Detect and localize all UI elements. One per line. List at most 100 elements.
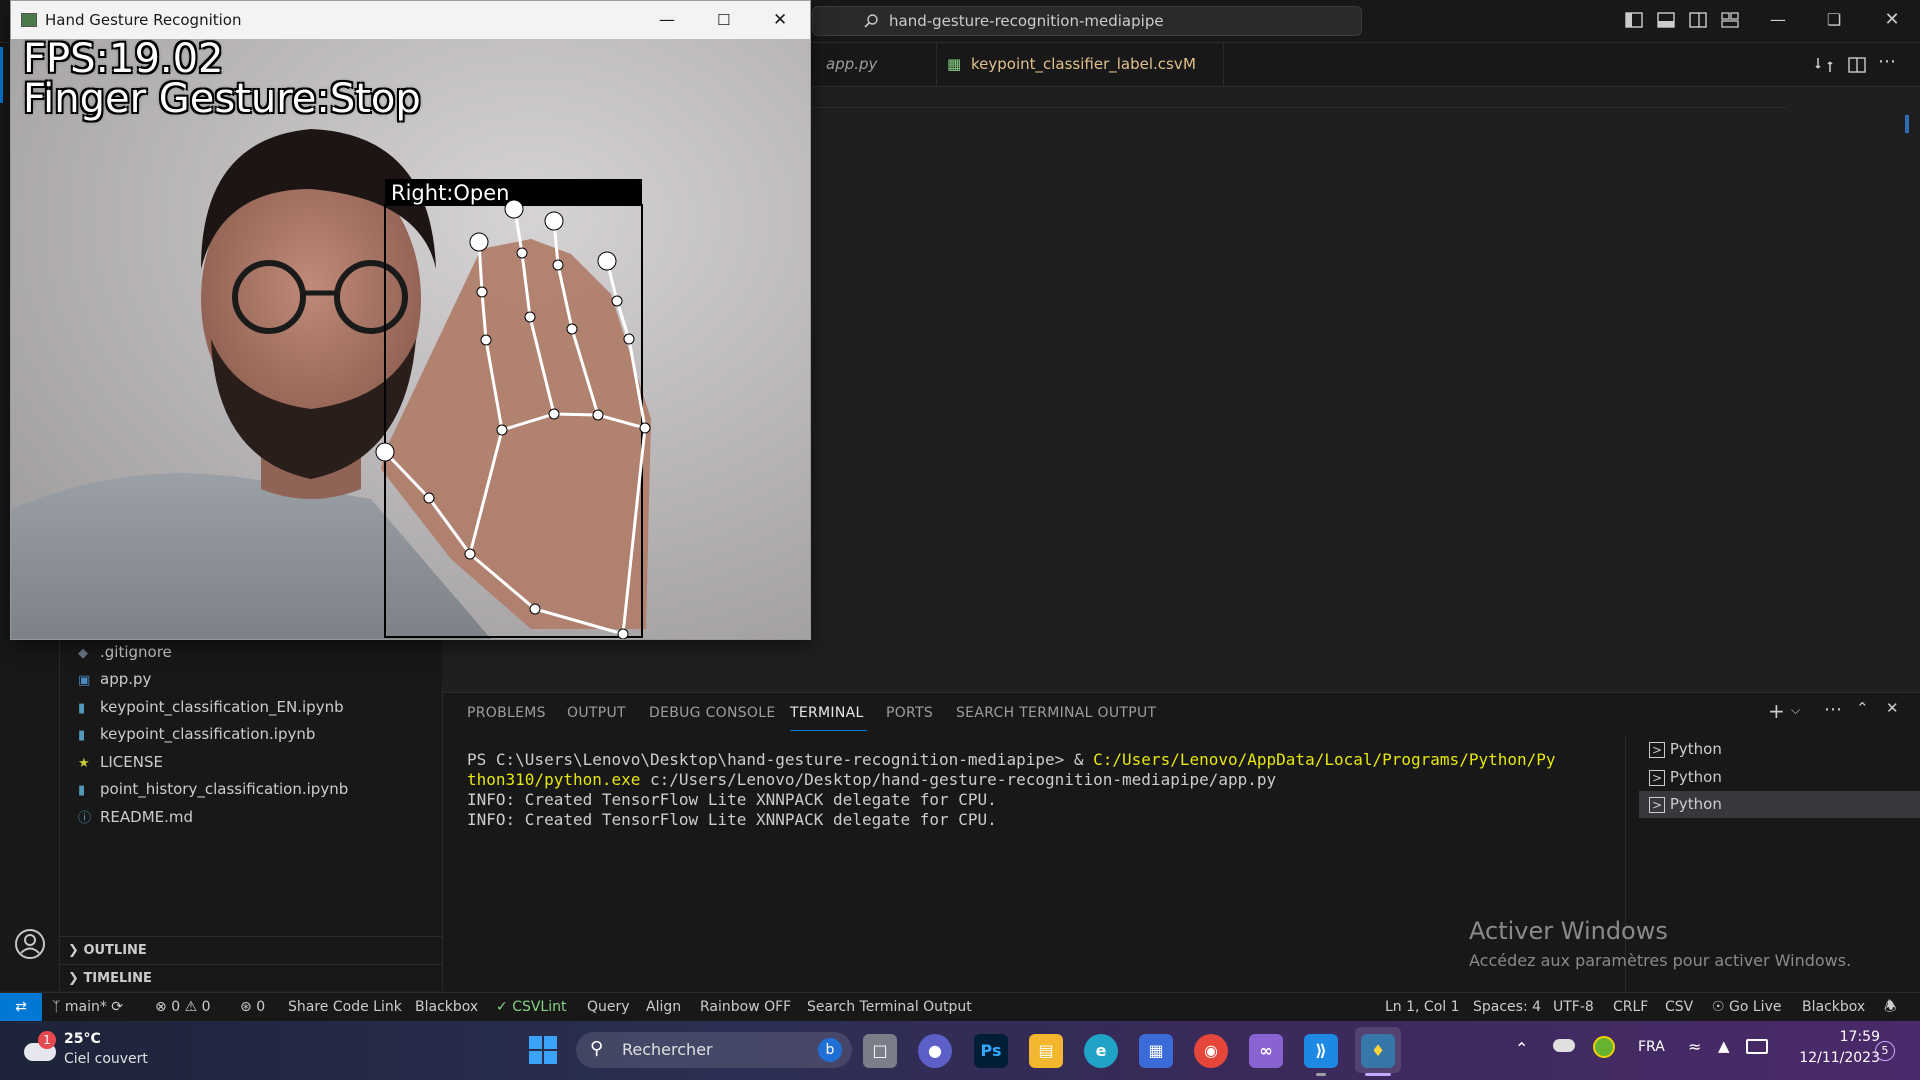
terminal-args: c:/Users/Lenovo/Desktop/hand-gesture-rec… [640,770,1277,789]
chevron-up-icon[interactable]: ⌃ [1515,1039,1528,1058]
align-status[interactable]: Align [646,993,681,1021]
terminal-list-item-active[interactable]: > Python [1639,791,1920,818]
vscode-icon[interactable]: ⟫ [1304,1034,1338,1068]
file-explorer-icon[interactable]: ▤ [1029,1034,1063,1068]
blackbox-status-right[interactable]: Blackbox [1802,993,1865,1021]
open-changes-icon[interactable] [1814,55,1834,75]
scrollbar-slider[interactable] [1905,115,1909,133]
new-terminal-plus-icon[interactable]: + [1768,699,1785,723]
vscode-minimize-button[interactable]: — [1766,8,1790,32]
vscode-restore-button[interactable]: ❏ [1822,8,1846,32]
customize-layout-icon[interactable] [1720,10,1740,30]
maximize-panel-icon[interactable]: ⌃ [1856,699,1869,717]
photoshop-icon[interactable]: Ps [974,1034,1008,1068]
rainbow-status[interactable]: Rainbow OFF [700,993,791,1021]
language-mode[interactable]: CSV [1665,993,1693,1021]
start-button[interactable] [528,1035,558,1065]
eol-status[interactable]: CRLF [1613,993,1648,1021]
query-status[interactable]: Query [587,993,630,1021]
tab-output[interactable]: OUTPUT [567,705,626,721]
terminal-list-label: Python [1669,740,1722,758]
task-view-icon[interactable]: □ [863,1034,897,1068]
search-terminal-status[interactable]: Search Terminal Output [807,993,972,1021]
vscode-close-button[interactable]: ✕ [1880,8,1904,32]
tab-keypoint-classifier-label-csv[interactable]: ▦ keypoint_classifier_label.csv M [937,43,1224,86]
app-window-icon [21,13,37,27]
csvlint-status[interactable]: ✓ CSVLint [496,993,566,1021]
edge-browser-icon[interactable]: e [1084,1034,1118,1068]
explorer-file-app-py[interactable]: ▣ app.py [78,666,151,693]
blackbox-status-left[interactable]: Blackbox [415,993,478,1021]
tab-debug-console[interactable]: DEBUG CONSOLE [649,705,776,721]
toggle-panel-icon[interactable] [1656,10,1676,30]
terminal-list-item[interactable]: > Python [1639,764,1920,791]
tab-label: app.py [826,55,878,73]
gitignore-icon: ◆ [78,646,88,661]
cv-window-title: Hand Gesture Recognition [45,11,242,29]
cv-close-button[interactable]: ✕ [773,1,787,39]
tab-ports[interactable]: PORTS [886,705,933,721]
remote-indicator-icon[interactable]: ⇄ [0,993,42,1021]
explorer-file-readme[interactable]: ⓘ README.md [78,804,193,831]
terminal-line-3: INFO: Created TensorFlow Lite XNNPACK de… [467,790,997,809]
tray-app-icon[interactable] [1593,1036,1615,1058]
terminal-list-item[interactable]: > Python [1639,736,1920,763]
hand-gesture-window[interactable]: Hand Gesture Recognition — ☐ ✕ Right:Ope… [10,0,811,640]
webcam-frame: Right:Open FPS:19.02 Finger Gesture:Stop [11,39,810,639]
search-text: hand-gesture-recognition-mediapipe [889,12,1164,30]
explorer-file-point-history[interactable]: ▮ point_history_classification.ipynb [78,776,348,803]
encoding-status[interactable]: UTF-8 [1553,993,1594,1021]
git-branch[interactable]: ᛉ main* ⟳ [52,993,123,1021]
cv-window-titlebar[interactable]: Hand Gesture Recognition — ☐ ✕ [11,1,810,39]
cv-maximize-button[interactable]: ☐ [717,1,730,39]
indentation-status[interactable]: Spaces: 4 [1473,993,1541,1021]
outline-section-header[interactable]: ❯ OUTLINE [60,936,442,964]
explorer-file-keypoint-classification[interactable]: ▮ keypoint_classification.ipynb [78,721,315,748]
input-language[interactable]: FRA [1638,1039,1665,1055]
more-actions-icon[interactable]: ⋯ [1824,699,1842,720]
teams-chat-icon[interactable]: ● [918,1034,952,1068]
go-live-button[interactable]: ☉ Go Live [1712,993,1781,1021]
explorer-file-license[interactable]: ★ LICENSE [78,749,163,776]
sync-icon: ⟳ [111,999,124,1015]
notebook-icon: ▮ [78,783,86,798]
toggle-secondary-sidebar-icon[interactable] [1688,10,1708,30]
tab-terminal[interactable]: TERMINAL [790,705,864,721]
more-actions-icon[interactable]: ⋯ [1878,51,1896,72]
chrome-browser-icon[interactable]: ◉ [1194,1034,1228,1068]
clock-time[interactable]: 17:59 [1790,1029,1880,1045]
ports-status[interactable]: ⊛ 0 [240,993,265,1021]
explorer-file-gitignore[interactable]: ◆ .gitignore [78,639,172,666]
warnings-count: 0 [201,999,211,1015]
explorer-file-keypoint-classification-en[interactable]: ▮ keypoint_classification_EN.ipynb [78,694,344,721]
timeline-section-header[interactable]: ❯ TIMELINE [60,964,442,992]
microsoft-store-icon[interactable]: ▦ [1139,1034,1173,1068]
share-code-link[interactable]: Share Code Link [288,993,402,1021]
tab-search-terminal-output[interactable]: SEARCH TERMINAL OUTPUT [956,705,1156,721]
battery-icon[interactable] [1746,1039,1768,1054]
terminal-icon: > [1649,770,1666,786]
notifications-bell-icon[interactable]: 🕭 [1884,993,1897,1021]
chevron-right-icon: ❯ [68,971,79,986]
problems-status[interactable]: ⊗ 0 ⚠ 0 [155,993,211,1021]
chevron-right-icon: ❯ [68,943,79,958]
volume-icon[interactable]: ▲ [1718,1037,1730,1055]
chevron-down-icon[interactable]: ⌵ [1791,703,1800,718]
weather-widget[interactable]: 1 25°C Ciel couvert [20,1031,160,1071]
notification-count-badge[interactable]: 5 [1875,1041,1895,1061]
modified-badge: M [1183,55,1196,73]
accounts-icon[interactable] [14,928,46,960]
toggle-primary-sidebar-icon[interactable] [1624,10,1644,30]
clock-date[interactable]: 12/11/2023 [1790,1050,1880,1066]
onedrive-cloud-icon[interactable] [1553,1039,1575,1052]
command-center-search[interactable]: hand-gesture-recognition-mediapipe [812,6,1362,36]
taskbar-search[interactable]: ⚲ Rechercher b [576,1032,852,1068]
tab-problems[interactable]: PROBLEMS [467,705,546,721]
python-app-icon[interactable]: ♦ [1361,1034,1395,1068]
visual-studio-icon[interactable]: ∞ [1249,1034,1283,1068]
wifi-icon[interactable]: ≈ [1688,1037,1701,1056]
cv-minimize-button[interactable]: — [659,1,675,39]
cursor-position[interactable]: Ln 1, Col 1 [1385,993,1460,1021]
close-panel-icon[interactable]: ✕ [1886,699,1899,717]
split-editor-icon[interactable] [1847,55,1867,75]
